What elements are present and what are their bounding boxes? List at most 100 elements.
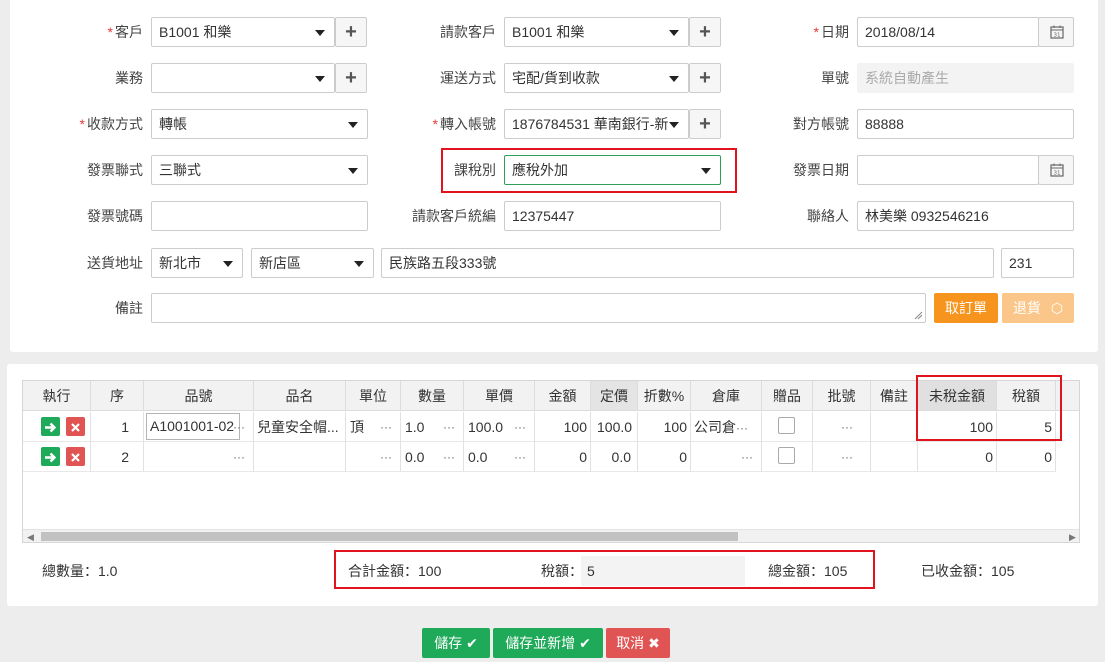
row-1-item-no-cell[interactable]: A1001001-02 ···: [144, 412, 254, 442]
row-2-item-no-more-icon[interactable]: ···: [233, 442, 245, 471]
transfer-label: * 轉入帳號: [432, 116, 496, 132]
received-amount: 已收金額：105: [921, 563, 1015, 579]
row-1-go-button[interactable]: [41, 417, 60, 436]
row-1-price: 100.0: [468, 419, 504, 435]
row-2-item-no-cell[interactable]: ···: [144, 442, 254, 472]
col-header-note[interactable]: 備註: [871, 381, 918, 411]
note-textarea[interactable]: [151, 293, 926, 323]
bill-customer-id-input[interactable]: 12375447: [504, 201, 721, 231]
invoice-date-input[interactable]: [857, 155, 1039, 185]
subtotal: 合計金額：100: [348, 563, 442, 579]
invoice-type-select[interactable]: 三聯式: [151, 155, 368, 185]
save-button[interactable]: 儲存 ✔: [422, 628, 490, 658]
row-1-item-no-more-icon[interactable]: ···: [233, 412, 245, 441]
row-2-price-cell[interactable]: 0.0 ···: [464, 442, 535, 472]
row-2-go-button[interactable]: [41, 447, 60, 466]
row-2-batch-cell[interactable]: ···: [813, 442, 871, 472]
row-1-unit-cell[interactable]: 頂 ···: [346, 412, 401, 442]
row-1-price-more-icon[interactable]: ···: [514, 412, 526, 441]
col-header-amount[interactable]: 金額: [535, 381, 591, 411]
save-and-new-button[interactable]: 儲存並新增 ✔: [493, 628, 603, 658]
row-2-price-more-icon[interactable]: ···: [514, 442, 526, 471]
row-1-item-no-input[interactable]: A1001001-02: [146, 413, 240, 440]
cancel-button[interactable]: 取消 ✖: [606, 628, 670, 658]
district-select[interactable]: 新店區: [251, 248, 374, 278]
col-header-execute: 執行: [23, 381, 91, 411]
business-select[interactable]: [151, 63, 335, 93]
bill-customer-id-label: 請款客戶統編: [412, 208, 496, 224]
add-bill-customer-button[interactable]: +: [689, 17, 721, 47]
street-input[interactable]: 民族路五段333號: [381, 248, 994, 278]
row-1-qty-cell[interactable]: 1.0 ···: [401, 412, 464, 442]
row-1-gift-cell: [762, 412, 813, 442]
row-2-warehouse-more-icon[interactable]: ···: [741, 442, 753, 471]
grand-total: 總金額：105: [768, 563, 848, 579]
other-account-input[interactable]: 88888: [857, 109, 1074, 139]
date-input[interactable]: 2018/08/14: [857, 17, 1039, 47]
row-1-batch-more-icon[interactable]: ···: [841, 412, 853, 441]
tax-value-input[interactable]: 5: [581, 556, 745, 586]
col-header-item-name[interactable]: 品名: [254, 381, 346, 411]
row-1-gift-checkbox[interactable]: [778, 417, 795, 434]
invoice-date-calendar-button[interactable]: 31: [1038, 155, 1074, 185]
contact-label: 聯絡人: [807, 208, 849, 224]
col-header-gift[interactable]: 贈品: [762, 381, 813, 411]
row-1-note[interactable]: [871, 412, 918, 442]
row-2-batch-more-icon[interactable]: ···: [841, 442, 853, 471]
customer-label: * 客戶: [107, 24, 143, 40]
tax-type-select[interactable]: 應稅外加: [504, 155, 721, 185]
row-1-batch-cell[interactable]: ···: [813, 412, 871, 442]
row-1-unit-more-icon[interactable]: ···: [380, 412, 392, 441]
total-qty: 總數量：1.0: [42, 563, 118, 579]
transfer-select[interactable]: 1876784531 華南銀行-新: [504, 109, 689, 139]
row-1-delete-button[interactable]: [66, 417, 85, 436]
col-header-list-price[interactable]: 定價: [591, 381, 638, 411]
add-customer-button[interactable]: +: [335, 17, 367, 47]
col-header-batch[interactable]: 批號: [813, 381, 871, 411]
col-header-warehouse[interactable]: 倉庫: [691, 381, 762, 411]
check-icon: ✔: [466, 635, 478, 651]
scrollbar-thumb[interactable]: [41, 532, 738, 541]
col-header-discount[interactable]: 折數%: [638, 381, 691, 411]
row-2-unit-more-icon[interactable]: ···: [380, 442, 392, 471]
row-1-price-cell[interactable]: 100.0 ···: [464, 412, 535, 442]
row-2-gift-checkbox[interactable]: [778, 447, 795, 464]
date-calendar-button[interactable]: 31: [1038, 17, 1074, 47]
row-1-warehouse-cell[interactable]: 公司倉···: [691, 412, 762, 442]
scroll-right-icon[interactable]: ▶: [1069, 532, 1076, 542]
row-1-qty-more-icon[interactable]: ···: [443, 412, 455, 441]
invoice-no-input[interactable]: [151, 201, 368, 231]
zip-input[interactable]: 231: [1001, 248, 1074, 278]
row-2-unit-cell[interactable]: ···: [346, 442, 401, 472]
add-delivery-button[interactable]: +: [689, 63, 721, 93]
col-header-price[interactable]: 單價: [464, 381, 535, 411]
delivery-select[interactable]: 宅配/貨到收款: [504, 63, 689, 93]
col-header-item-no[interactable]: 品號: [144, 381, 254, 411]
add-transfer-button[interactable]: +: [689, 109, 721, 139]
return-button[interactable]: 退貨 ⬡: [1002, 293, 1074, 323]
row-2-pretax: 0: [918, 442, 997, 472]
contact-input[interactable]: 林美樂 0932546216: [857, 201, 1074, 231]
row-1-warehouse-more-icon[interactable]: ···: [736, 421, 748, 435]
payment-select[interactable]: 轉帳: [151, 109, 368, 139]
row-2-qty-more-icon[interactable]: ···: [443, 442, 455, 471]
city-select[interactable]: 新北市: [151, 248, 243, 278]
customer-select[interactable]: B1001 和樂: [151, 17, 335, 47]
row-2-note[interactable]: [871, 442, 918, 472]
horizontal-scrollbar[interactable]: ◀ ▶: [23, 529, 1079, 542]
tax-label: 稅額：: [541, 563, 583, 579]
row-2-delete-button[interactable]: [66, 447, 85, 466]
scroll-left-icon[interactable]: ◀: [27, 532, 34, 542]
row-1-item-name: 兒童安全帽...: [254, 412, 346, 442]
col-header-unit[interactable]: 單位: [346, 381, 401, 411]
plus-icon: +: [345, 21, 357, 43]
bill-customer-select[interactable]: B1001 和樂: [504, 17, 689, 47]
col-header-qty[interactable]: 數量: [401, 381, 464, 411]
bill-customer-label: 請款客戶: [440, 24, 496, 40]
other-account-label: 對方帳號: [793, 116, 849, 132]
add-business-button[interactable]: +: [335, 63, 367, 93]
row-2-qty-cell[interactable]: 0.0 ···: [401, 442, 464, 472]
row-2-warehouse-cell[interactable]: ···: [691, 442, 762, 472]
resize-handle-icon[interactable]: [914, 311, 923, 320]
cancel-order-button[interactable]: 取訂單: [934, 293, 998, 323]
